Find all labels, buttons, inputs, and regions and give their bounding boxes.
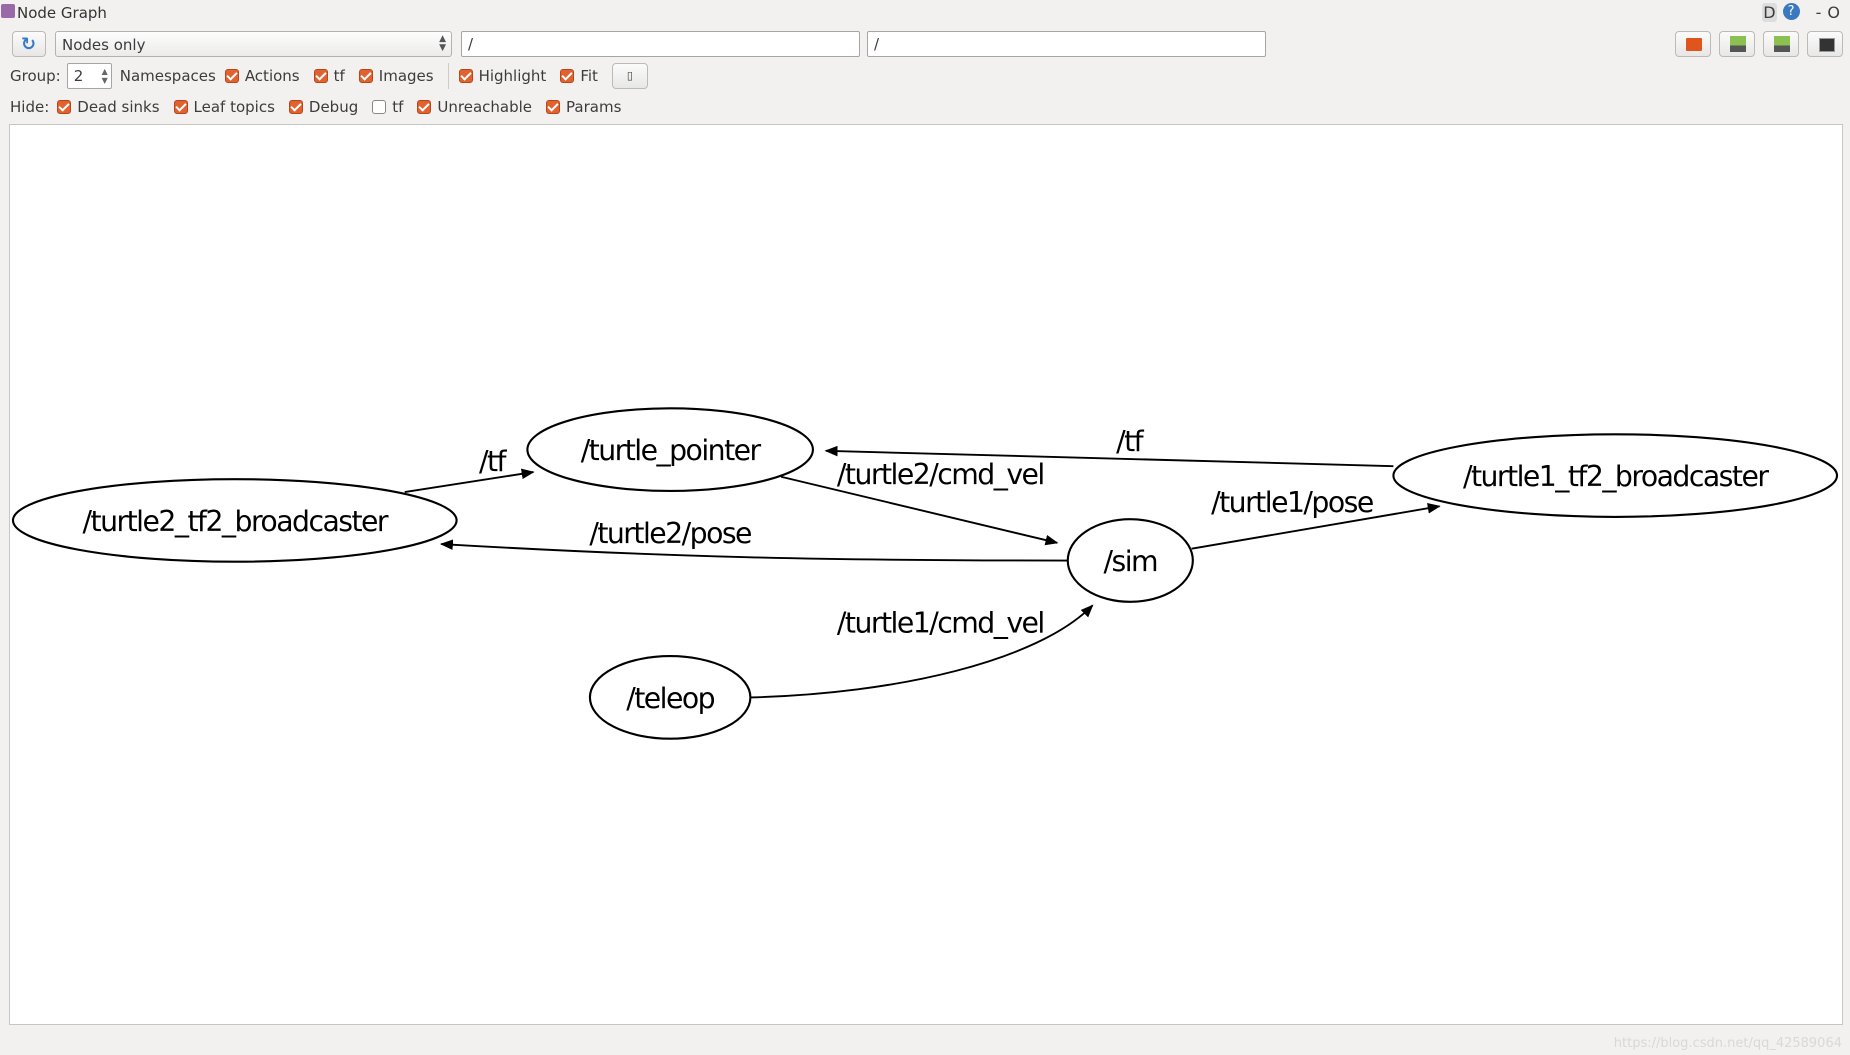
edge-label: /turtle1/pose [1211,486,1373,519]
watermark: https://blog.csdn.net/qq_42589064 [1613,1036,1842,1051]
node-label: /turtle1_tf2_broadcaster [1463,460,1769,493]
node-label: /turtle2_tf2_broadcaster [83,505,389,538]
edge-label: /tf [479,445,508,478]
edge-label: /turtle2/cmd_vel [837,458,1044,491]
edge-tf-1[interactable] [404,468,535,494]
edge-turtle2-pose[interactable] [439,539,1068,562]
node-label: /teleop [626,682,714,715]
node-label: /turtle_pointer [581,434,762,467]
edge-label: /turtle1/cmd_vel [837,607,1044,640]
node-label: /sim [1104,545,1158,578]
graph-view: /turtle2_tf2_broadcaster /turtle_pointer… [11,407,1839,740]
edge-label: /turtle2/pose [589,517,751,550]
edge-label: /tf [1116,425,1145,458]
